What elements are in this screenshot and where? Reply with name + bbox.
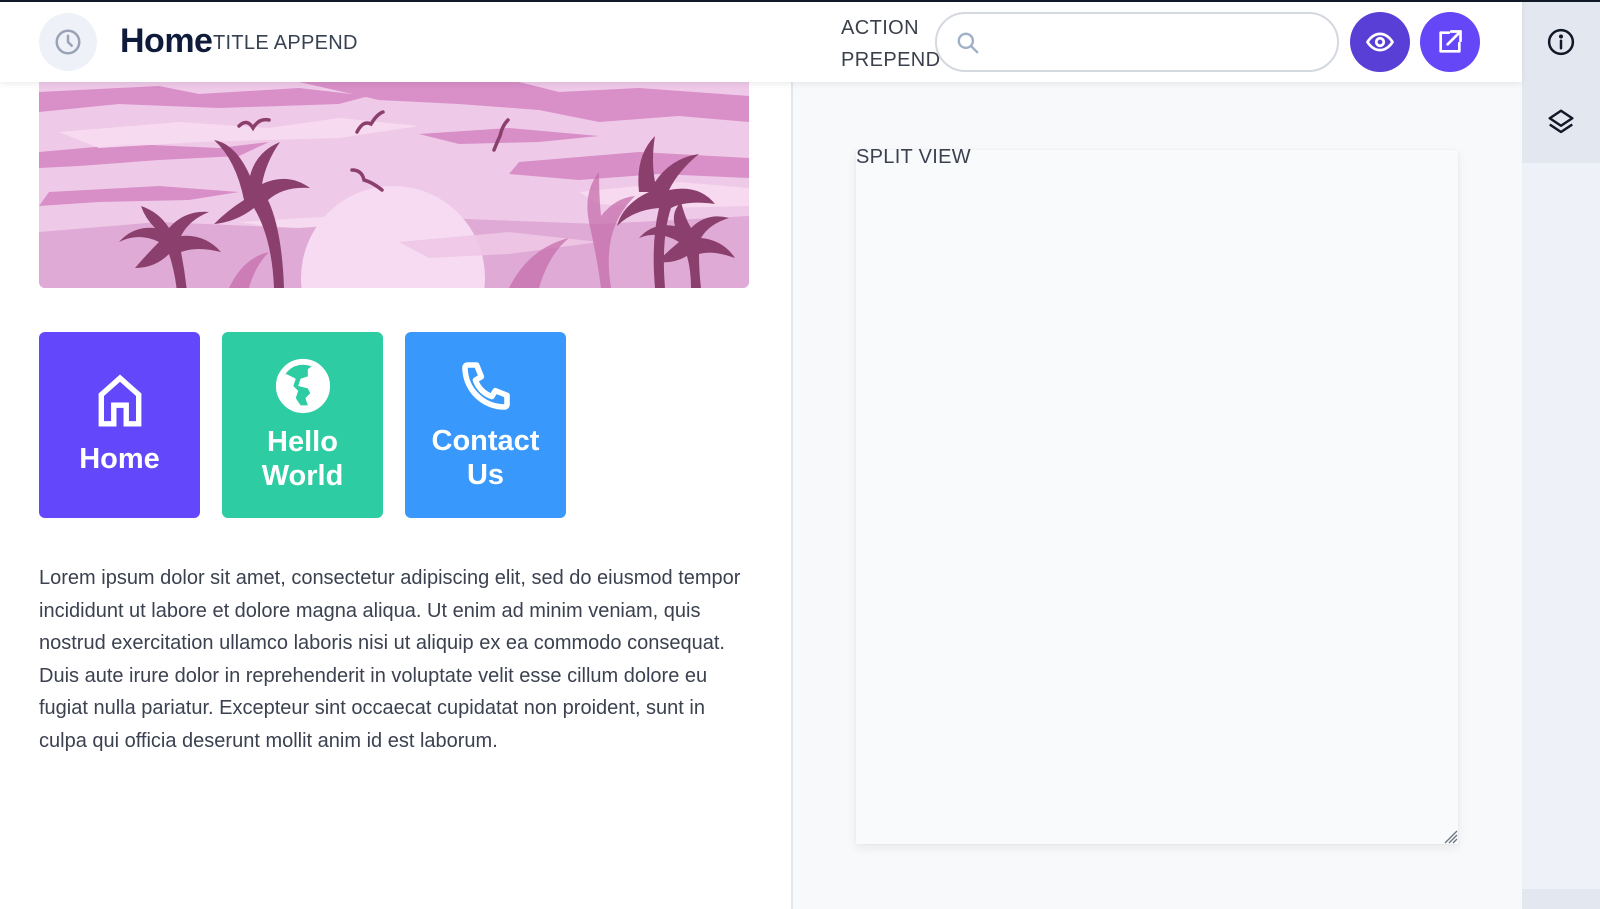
tile-contact-us-label: Contact Us — [432, 424, 540, 492]
eye-icon — [1366, 32, 1394, 52]
rail-bottom-section — [1522, 889, 1600, 909]
tile-hello-world-label-line2: World — [261, 460, 344, 492]
left-pane: Home Hello World Contact Us Lorem ipsum … — [0, 82, 792, 909]
hero-image — [39, 82, 749, 288]
clock-icon — [55, 29, 81, 55]
body-paragraph: Lorem ipsum dolor sit amet, consectetur … — [39, 567, 741, 752]
preview-button[interactable] — [1350, 12, 1410, 72]
search-box[interactable] — [935, 12, 1339, 72]
search-input[interactable] — [991, 14, 1321, 70]
tile-hello-world[interactable]: Hello World — [222, 332, 383, 518]
info-icon — [1547, 28, 1575, 56]
main-area: Home TITLE APPEND ACTION PREPEND Home He… — [0, 0, 1522, 909]
split-view-panel: SPLIT VIEW — [856, 146, 1458, 844]
title-append: TITLE APPEND — [213, 32, 358, 54]
tile-contact-us-label-line1: Contact — [431, 425, 540, 457]
right-pane: SPLIT VIEW — [793, 82, 1522, 909]
tile-home-label: Home — [79, 442, 160, 476]
open-external-button[interactable] — [1420, 12, 1480, 72]
resize-handle-icon[interactable] — [1440, 826, 1458, 844]
external-link-icon — [1439, 30, 1462, 53]
layers-button[interactable] — [1541, 102, 1581, 142]
split-view-label: SPLIT VIEW — [856, 146, 971, 168]
sunset-illustration — [39, 82, 749, 288]
tile-group: Home Hello World Contact Us — [39, 332, 566, 518]
tile-hello-world-label-line1: Hello — [267, 426, 338, 458]
page-header: Home TITLE APPEND ACTION PREPEND — [0, 0, 1522, 82]
layers-icon — [1548, 109, 1574, 134]
action-prepend: ACTION PREPEND — [841, 12, 941, 76]
window-top-border — [0, 0, 1600, 2]
tile-hello-world-label: Hello World — [262, 425, 344, 493]
history-button[interactable] — [39, 13, 97, 71]
phone-icon — [461, 362, 510, 410]
tile-home[interactable]: Home — [39, 332, 200, 518]
info-button[interactable] — [1541, 22, 1581, 62]
tile-home-label-line1: Home — [79, 443, 160, 475]
page-title: Home — [120, 22, 213, 60]
tile-contact-us-label-line2: Us — [466, 459, 505, 491]
action-prepend-line2: PREPEND — [841, 49, 941, 71]
action-prepend-line1: ACTION — [841, 17, 919, 39]
tile-contact-us[interactable]: Contact Us — [405, 332, 566, 518]
right-rail — [1522, 0, 1600, 909]
home-icon — [98, 374, 141, 427]
globe-icon — [275, 358, 330, 414]
search-icon — [957, 32, 979, 54]
